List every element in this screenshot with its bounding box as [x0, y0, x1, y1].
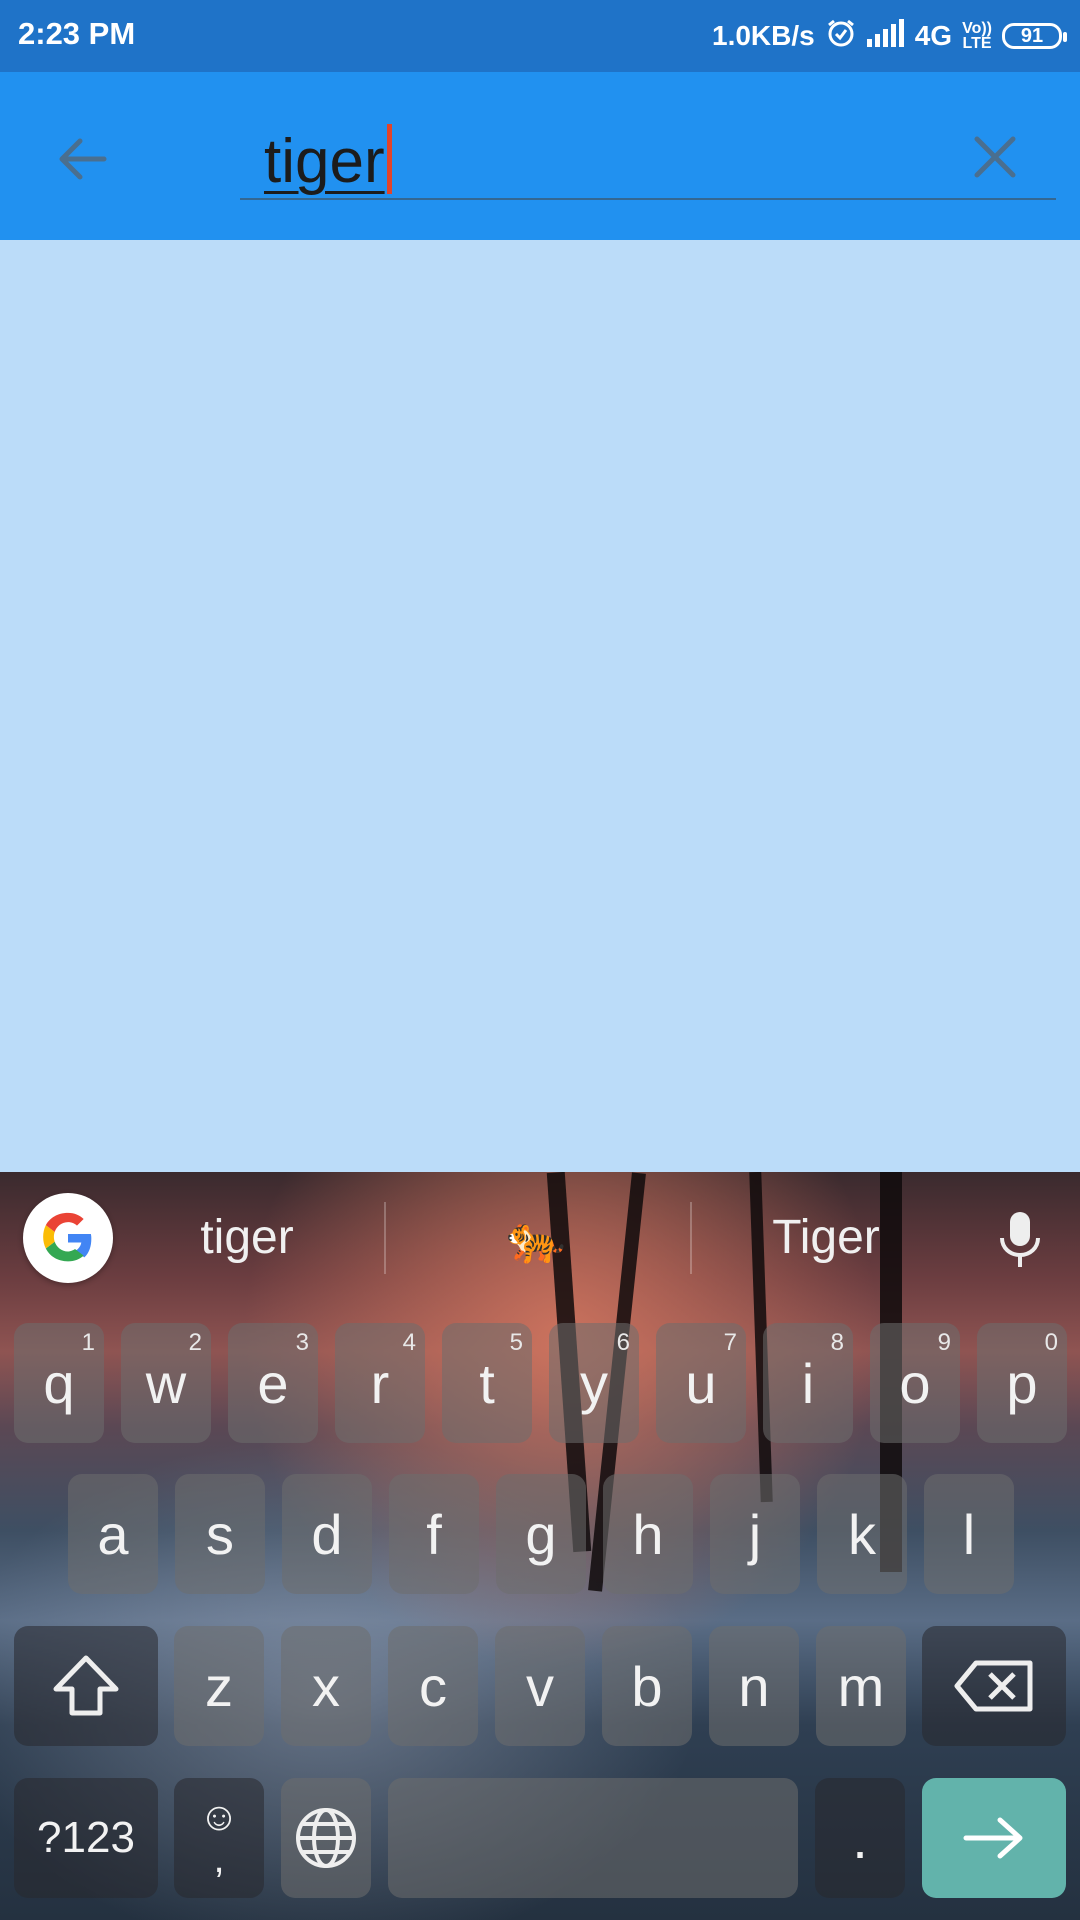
- backspace-key[interactable]: [922, 1626, 1066, 1746]
- key-a[interactable]: a: [68, 1474, 158, 1594]
- shift-key[interactable]: [14, 1626, 158, 1746]
- key-label: w: [145, 1351, 187, 1415]
- network-speed: 1.0KB/s: [712, 20, 815, 51]
- key-hint: 8: [830, 1329, 844, 1356]
- key-label: r: [370, 1351, 390, 1415]
- key-hint: 0: [1044, 1329, 1058, 1356]
- suggestion-divider: [384, 1202, 386, 1274]
- key-o[interactable]: o9: [870, 1323, 960, 1443]
- key-label: o: [899, 1351, 931, 1415]
- suggestion-2[interactable]: 🐅: [411, 1210, 661, 1267]
- soft-keyboard: tiger 🐅 Tiger q1w2e3r4t5y6u7i8o9p0asdfgh…: [0, 1172, 1080, 1920]
- comma-label: ,: [213, 1837, 225, 1881]
- status-icons: 1.0KB/s 4G Vo)) LTE 91: [712, 14, 1067, 58]
- backspace-icon: [954, 1660, 1033, 1712]
- shift-icon: [53, 1655, 119, 1716]
- battery-icon: 91: [1002, 23, 1067, 49]
- key-t[interactable]: t5: [442, 1323, 532, 1443]
- search-app-bar: tiger: [0, 72, 1080, 240]
- suggestion-1[interactable]: tiger: [122, 1210, 372, 1265]
- key-label: q: [43, 1351, 75, 1415]
- key-h[interactable]: h: [603, 1474, 693, 1594]
- key-f[interactable]: f: [389, 1474, 479, 1594]
- key-g[interactable]: g: [496, 1474, 586, 1594]
- key-hint: 7: [723, 1329, 737, 1356]
- key-k[interactable]: k: [817, 1474, 907, 1594]
- symbols-key[interactable]: ?123: [14, 1778, 158, 1898]
- period-key[interactable]: .: [815, 1778, 905, 1898]
- key-label: p: [1006, 1351, 1038, 1415]
- close-icon: [974, 136, 1016, 178]
- key-z[interactable]: z: [174, 1626, 264, 1746]
- network-type: 4G: [914, 20, 953, 51]
- key-v[interactable]: v: [495, 1626, 585, 1746]
- key-p[interactable]: p0: [977, 1323, 1067, 1443]
- key-hint: 5: [509, 1329, 523, 1356]
- key-s[interactable]: s: [175, 1474, 265, 1594]
- back-button[interactable]: [48, 124, 118, 194]
- suggestion-divider: [690, 1202, 692, 1274]
- space-key[interactable]: [388, 1778, 798, 1898]
- globe-icon: [296, 1808, 356, 1868]
- emoji-comma-key[interactable]: ☺,: [174, 1778, 264, 1898]
- microphone-icon: [1000, 1212, 1040, 1267]
- key-w[interactable]: w2: [121, 1323, 211, 1443]
- key-label: t: [479, 1351, 495, 1415]
- arrow-forward-icon: [963, 1817, 1023, 1859]
- emoji-icon: ☺: [198, 1795, 240, 1839]
- key-i[interactable]: i8: [763, 1323, 853, 1443]
- enter-key[interactable]: [922, 1778, 1066, 1898]
- clear-button[interactable]: [960, 122, 1030, 192]
- search-query: tiger: [264, 127, 385, 196]
- volte-icon: Vo)) LTE: [962, 20, 992, 52]
- google-logo-button[interactable]: [23, 1193, 113, 1283]
- results-area: [0, 240, 1080, 1172]
- status-bar: 2:23 PM 1.0KB/s 4G Vo)) LTE 91: [0, 0, 1080, 72]
- battery-level: 91: [1020, 24, 1044, 47]
- search-field[interactable]: tiger: [240, 112, 1056, 200]
- key-m[interactable]: m: [816, 1626, 906, 1746]
- key-hint: 2: [188, 1329, 202, 1356]
- key-hint: 6: [616, 1329, 630, 1356]
- key-u[interactable]: u7: [656, 1323, 746, 1443]
- key-label: u: [685, 1351, 717, 1415]
- key-b[interactable]: b: [602, 1626, 692, 1746]
- suggestion-3[interactable]: Tiger: [701, 1210, 951, 1265]
- key-e[interactable]: e3: [228, 1323, 318, 1443]
- key-label: y: [580, 1351, 608, 1415]
- key-n[interactable]: n: [709, 1626, 799, 1746]
- language-key[interactable]: [281, 1778, 371, 1898]
- key-l[interactable]: l: [924, 1474, 1014, 1594]
- key-q[interactable]: q1: [14, 1323, 104, 1443]
- key-c[interactable]: c: [388, 1626, 478, 1746]
- key-y[interactable]: y6: [549, 1323, 639, 1443]
- mic-button[interactable]: [995, 1210, 1045, 1270]
- suggestion-bar: tiger 🐅 Tiger: [0, 1172, 1080, 1302]
- text-cursor: [386, 124, 392, 194]
- key-hint: 9: [937, 1329, 951, 1356]
- key-hint: 3: [295, 1329, 309, 1356]
- alarm-icon: [825, 17, 857, 56]
- signal-icon: [866, 18, 905, 54]
- arrow-back-icon: [59, 138, 107, 180]
- status-time: 2:23 PM: [18, 16, 136, 51]
- key-hint: 4: [402, 1329, 416, 1356]
- key-label: e: [257, 1351, 289, 1415]
- key-r[interactable]: r4: [335, 1323, 425, 1443]
- key-d[interactable]: d: [282, 1474, 372, 1594]
- key-label: i: [801, 1351, 815, 1415]
- key-x[interactable]: x: [281, 1626, 371, 1746]
- key-j[interactable]: j: [710, 1474, 800, 1594]
- key-hint: 1: [81, 1329, 95, 1356]
- google-g-icon: [43, 1212, 92, 1262]
